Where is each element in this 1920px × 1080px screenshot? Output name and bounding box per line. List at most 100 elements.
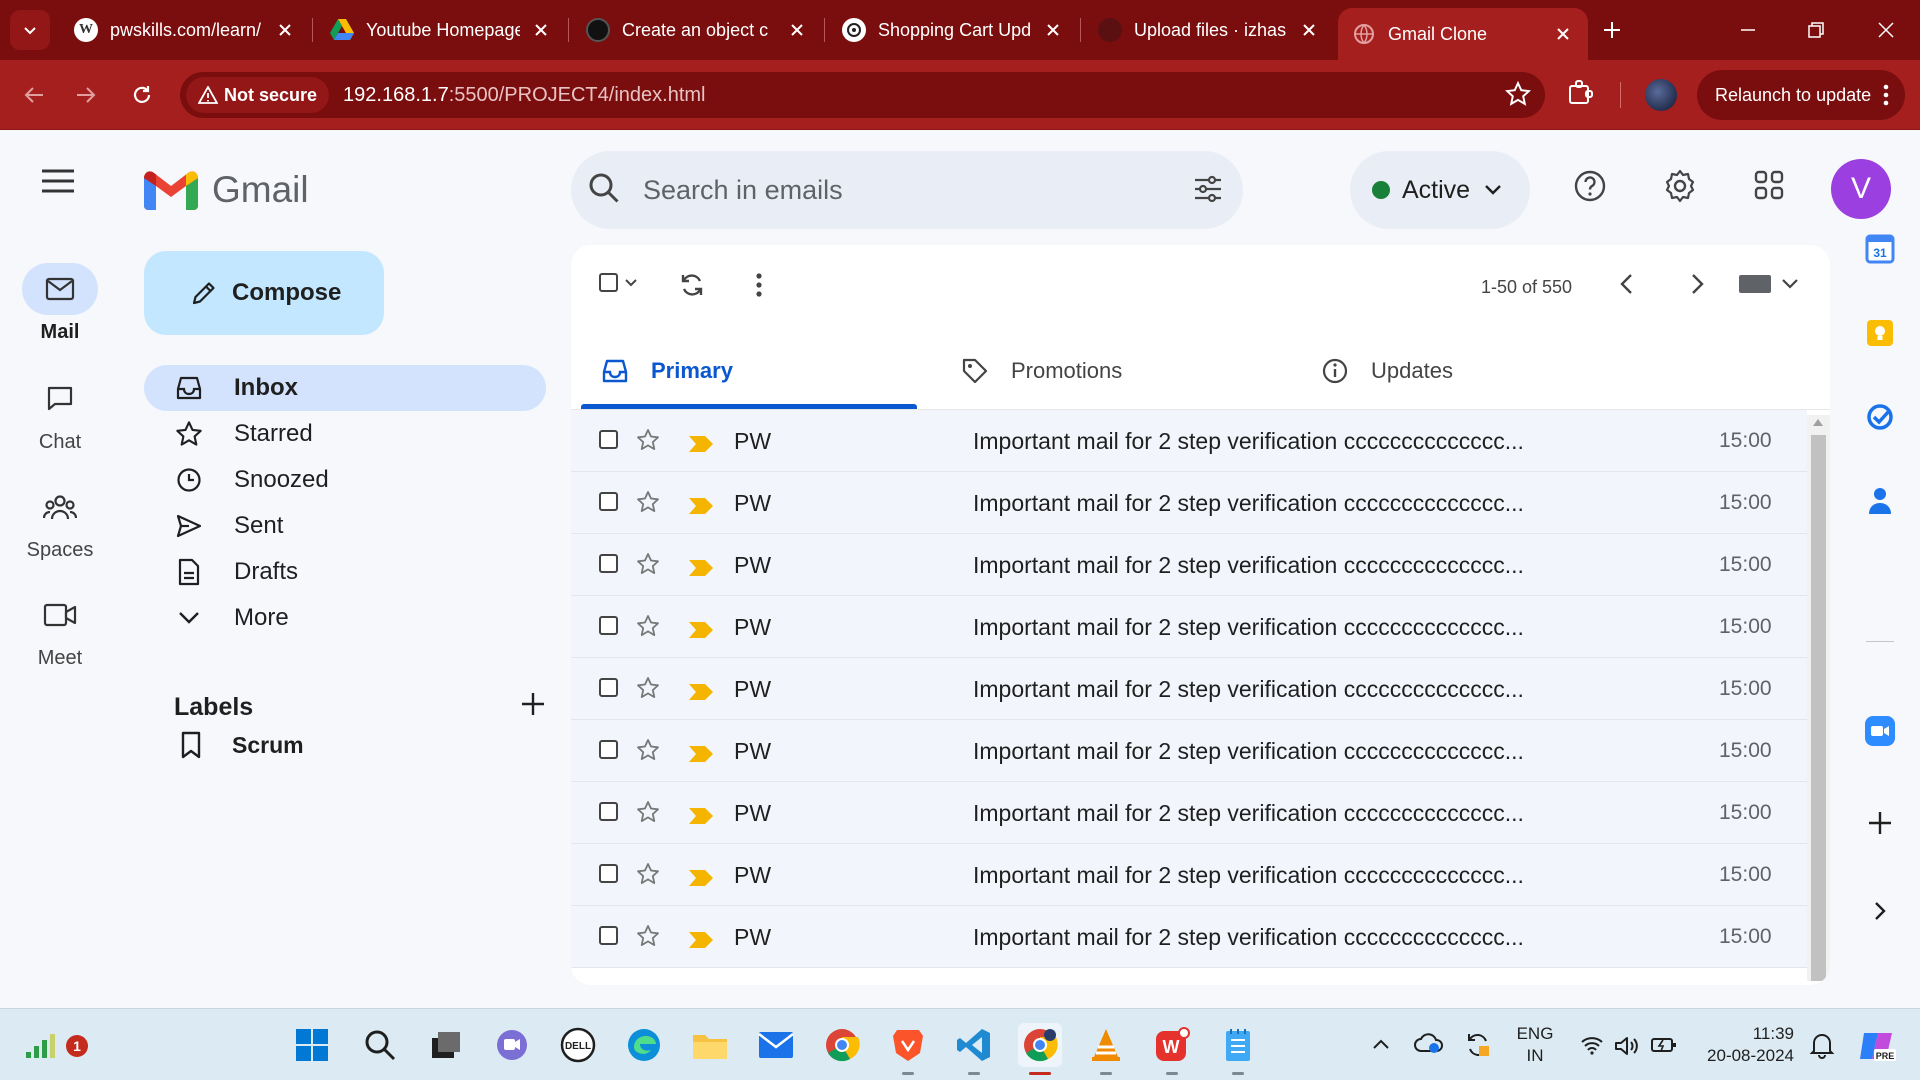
important-marker-icon[interactable]	[688, 556, 714, 583]
taskbar-chrome-active[interactable]	[1018, 1023, 1062, 1075]
email-row[interactable]: PW Important mail for 2 step verification…	[571, 596, 1807, 658]
help-icon[interactable]	[1573, 169, 1607, 208]
taskbar-chrome-app[interactable]	[820, 1023, 864, 1067]
settings-gear-icon[interactable]	[1663, 169, 1697, 208]
email-row[interactable]: PW Important mail for 2 step verification…	[571, 534, 1807, 596]
email-row[interactable]: PW Important mail for 2 step verification…	[571, 720, 1807, 782]
nav-item-more[interactable]: More	[144, 595, 546, 641]
address-bar[interactable]: Not secure 192.168.1.7:5500/PROJECT4/ind…	[180, 72, 1545, 118]
tab-updates[interactable]: Updates	[1301, 333, 1637, 409]
email-checkbox[interactable]	[599, 554, 618, 573]
taskbar-wps-app[interactable]: W	[1150, 1023, 1194, 1075]
browser-profile-avatar[interactable]	[1645, 79, 1677, 111]
email-checkbox[interactable]	[599, 802, 618, 821]
close-icon[interactable]	[1552, 23, 1574, 45]
security-chip[interactable]: Not secure	[186, 77, 330, 113]
onedrive-icon[interactable]	[1414, 1031, 1444, 1060]
important-marker-icon[interactable]	[688, 618, 714, 645]
star-icon[interactable]	[636, 924, 660, 954]
close-icon[interactable]	[530, 19, 552, 41]
email-row[interactable]: PW Important mail for 2 step verification…	[571, 906, 1807, 968]
email-row[interactable]: PW Important mail for 2 step verification…	[571, 472, 1807, 534]
close-icon[interactable]	[1298, 19, 1320, 41]
rail-item-mail[interactable]: Mail	[0, 263, 120, 344]
start-button[interactable]	[290, 1023, 334, 1067]
select-all-checkbox[interactable]	[599, 273, 638, 292]
label-scrum[interactable]: Scrum	[180, 731, 304, 759]
nav-item-inbox[interactable]: Inbox	[144, 365, 546, 411]
nav-item-sent[interactable]: Sent	[144, 503, 546, 549]
nav-item-snoozed[interactable]: Snoozed	[144, 457, 546, 503]
browser-tab-3[interactable]: Create an object c	[572, 8, 822, 52]
scrollbar-thumb[interactable]	[1811, 435, 1826, 981]
email-row[interactable]: PW Important mail for 2 step verification…	[571, 410, 1807, 472]
important-marker-icon[interactable]	[688, 866, 714, 893]
important-marker-icon[interactable]	[688, 432, 714, 459]
taskbar-search-button[interactable]	[358, 1023, 402, 1067]
rail-item-meet[interactable]: Meet	[0, 589, 120, 670]
important-marker-icon[interactable]	[688, 742, 714, 769]
star-icon[interactable]	[636, 862, 660, 892]
star-icon[interactable]	[636, 490, 660, 520]
nav-item-starred[interactable]: Starred	[144, 411, 546, 457]
email-checkbox[interactable]	[599, 492, 618, 511]
calendar-icon[interactable]: 31	[1864, 233, 1896, 265]
restore-button[interactable]	[1798, 12, 1834, 48]
add-icon[interactable]	[1864, 807, 1896, 839]
gmail-logo[interactable]: Gmail	[144, 169, 309, 211]
extensions-icon[interactable]	[1565, 78, 1595, 113]
add-label-icon[interactable]	[520, 691, 546, 724]
scroll-up-arrow[interactable]	[1813, 419, 1823, 426]
close-icon[interactable]	[786, 19, 808, 41]
star-icon[interactable]	[636, 428, 660, 458]
taskbar-notepad-app[interactable]	[1216, 1023, 1260, 1075]
close-icon[interactable]	[274, 19, 296, 41]
email-checkbox[interactable]	[599, 678, 618, 697]
email-checkbox[interactable]	[599, 430, 618, 449]
density-toggle[interactable]	[1739, 275, 1799, 293]
minimize-button[interactable]	[1730, 12, 1766, 48]
battery-icon[interactable]	[1650, 1035, 1678, 1060]
expand-icon[interactable]	[1864, 895, 1896, 927]
new-tab-button[interactable]	[1594, 12, 1630, 48]
star-icon[interactable]	[636, 552, 660, 582]
rail-item-spaces[interactable]: Spaces	[0, 481, 120, 562]
search-icon[interactable]	[587, 171, 621, 210]
browser-tab-5[interactable]: Upload files · izhas	[1084, 8, 1334, 52]
browser-tab-6-active[interactable]: Gmail Clone	[1338, 8, 1588, 60]
close-window-button[interactable]	[1868, 12, 1904, 48]
clock[interactable]: 11:39 20-08-2024	[1694, 1023, 1794, 1067]
important-marker-icon[interactable]	[688, 928, 714, 955]
important-marker-icon[interactable]	[688, 494, 714, 521]
forward-button[interactable]	[68, 77, 104, 113]
wifi-icon[interactable]	[1580, 1035, 1604, 1060]
task-view-button[interactable]	[424, 1023, 468, 1067]
browser-tab-2[interactable]: Youtube Homepage	[316, 8, 566, 52]
taskbar-mail-app[interactable]	[754, 1023, 798, 1067]
volume-icon[interactable]	[1614, 1035, 1640, 1062]
tab-search-button[interactable]	[10, 10, 50, 50]
taskbar-file-explorer[interactable]	[688, 1023, 732, 1067]
network-widget[interactable]: 1	[20, 1023, 88, 1067]
search-filter-icon[interactable]	[1193, 174, 1223, 209]
browser-tab-1[interactable]: W pwskills.com/learn/	[60, 8, 310, 52]
bookmark-star-icon[interactable]	[1504, 80, 1532, 112]
mail-list-scrollbar[interactable]	[1807, 415, 1830, 981]
next-page-button[interactable]	[1689, 273, 1705, 295]
search-bar[interactable]: Search in emails	[571, 151, 1243, 229]
sync-icon[interactable]	[1464, 1031, 1492, 1064]
star-icon[interactable]	[636, 614, 660, 644]
back-button[interactable]	[16, 77, 52, 113]
email-row[interactable]: PW Important mail for 2 step verification…	[571, 782, 1807, 844]
status-dropdown[interactable]: Active	[1350, 151, 1530, 229]
more-options-button[interactable]	[755, 272, 763, 298]
email-checkbox[interactable]	[599, 864, 618, 883]
prev-page-button[interactable]	[1619, 273, 1635, 295]
apps-grid-icon[interactable]	[1753, 169, 1785, 206]
taskbar-vscode-app[interactable]	[952, 1023, 996, 1075]
tray-overflow-icon[interactable]	[1372, 1037, 1390, 1055]
notifications-icon[interactable]	[1808, 1031, 1836, 1064]
taskbar-dell-app[interactable]: DELL	[556, 1023, 600, 1067]
zoom-icon[interactable]	[1864, 715, 1896, 747]
taskbar-chat-app[interactable]	[490, 1023, 534, 1067]
